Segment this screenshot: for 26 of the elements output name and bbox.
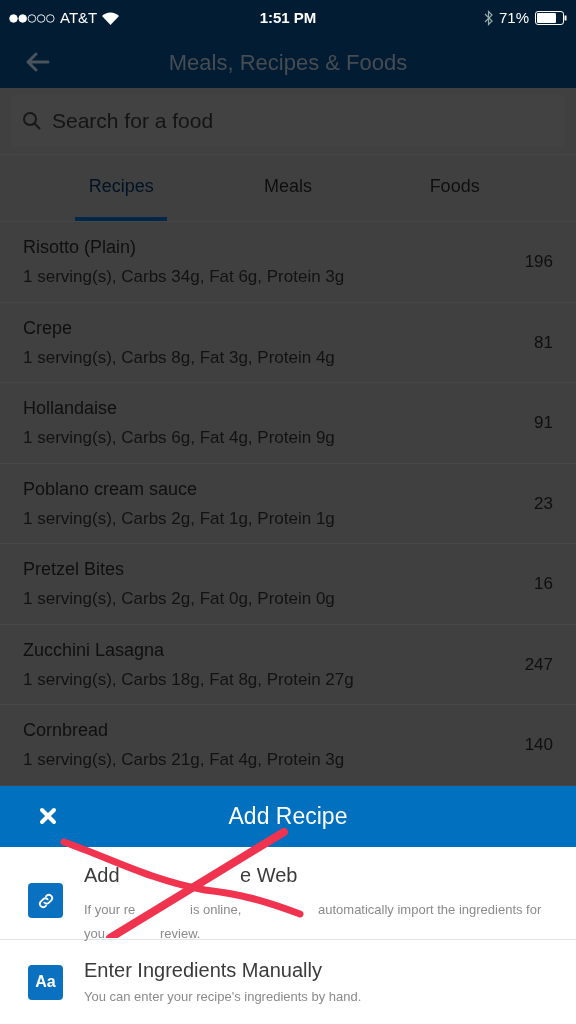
text-format-icon: Aa [28, 964, 63, 1000]
option-title: Enter Ingredients Manually [84, 958, 322, 981]
carrier-name: AT&T [60, 7, 98, 28]
screen-title: Meals, Recipes & Foods [168, 48, 408, 77]
wifi-icon [102, 11, 120, 25]
option-description: you [84, 926, 105, 941]
add-option[interactable]: Add e Web If your re is online, automatically import the ingredients for you review. [0, 847, 576, 940]
link-icon [28, 883, 63, 918]
sheet-title: Add Recipe [228, 802, 348, 832]
option-description: If your re [84, 902, 136, 917]
search-icon [22, 111, 42, 131]
signal-icon [9, 13, 55, 23]
back-arrow-icon [26, 52, 50, 72]
clock-time: 1:51 PM [259, 7, 317, 28]
battery-percent: 71% [499, 7, 529, 28]
add-option[interactable]: Aa Enter Ingredients Manually You can enter your recipe's ingredients by hand. [0, 940, 576, 1024]
close-icon [39, 807, 57, 825]
option-description: You can enter your recipe's ingredients by hand. [84, 988, 362, 1004]
option-description: automatically import the ingredients for [318, 902, 542, 917]
option-description: review. [160, 926, 201, 941]
bluetooth-icon [484, 10, 493, 26]
battery-icon [535, 11, 567, 25]
tab[interactable]: Recipes [75, 155, 168, 221]
option-description: is online, [190, 902, 242, 917]
option-title: e Web [240, 864, 298, 886]
option-title: Add [84, 864, 120, 886]
